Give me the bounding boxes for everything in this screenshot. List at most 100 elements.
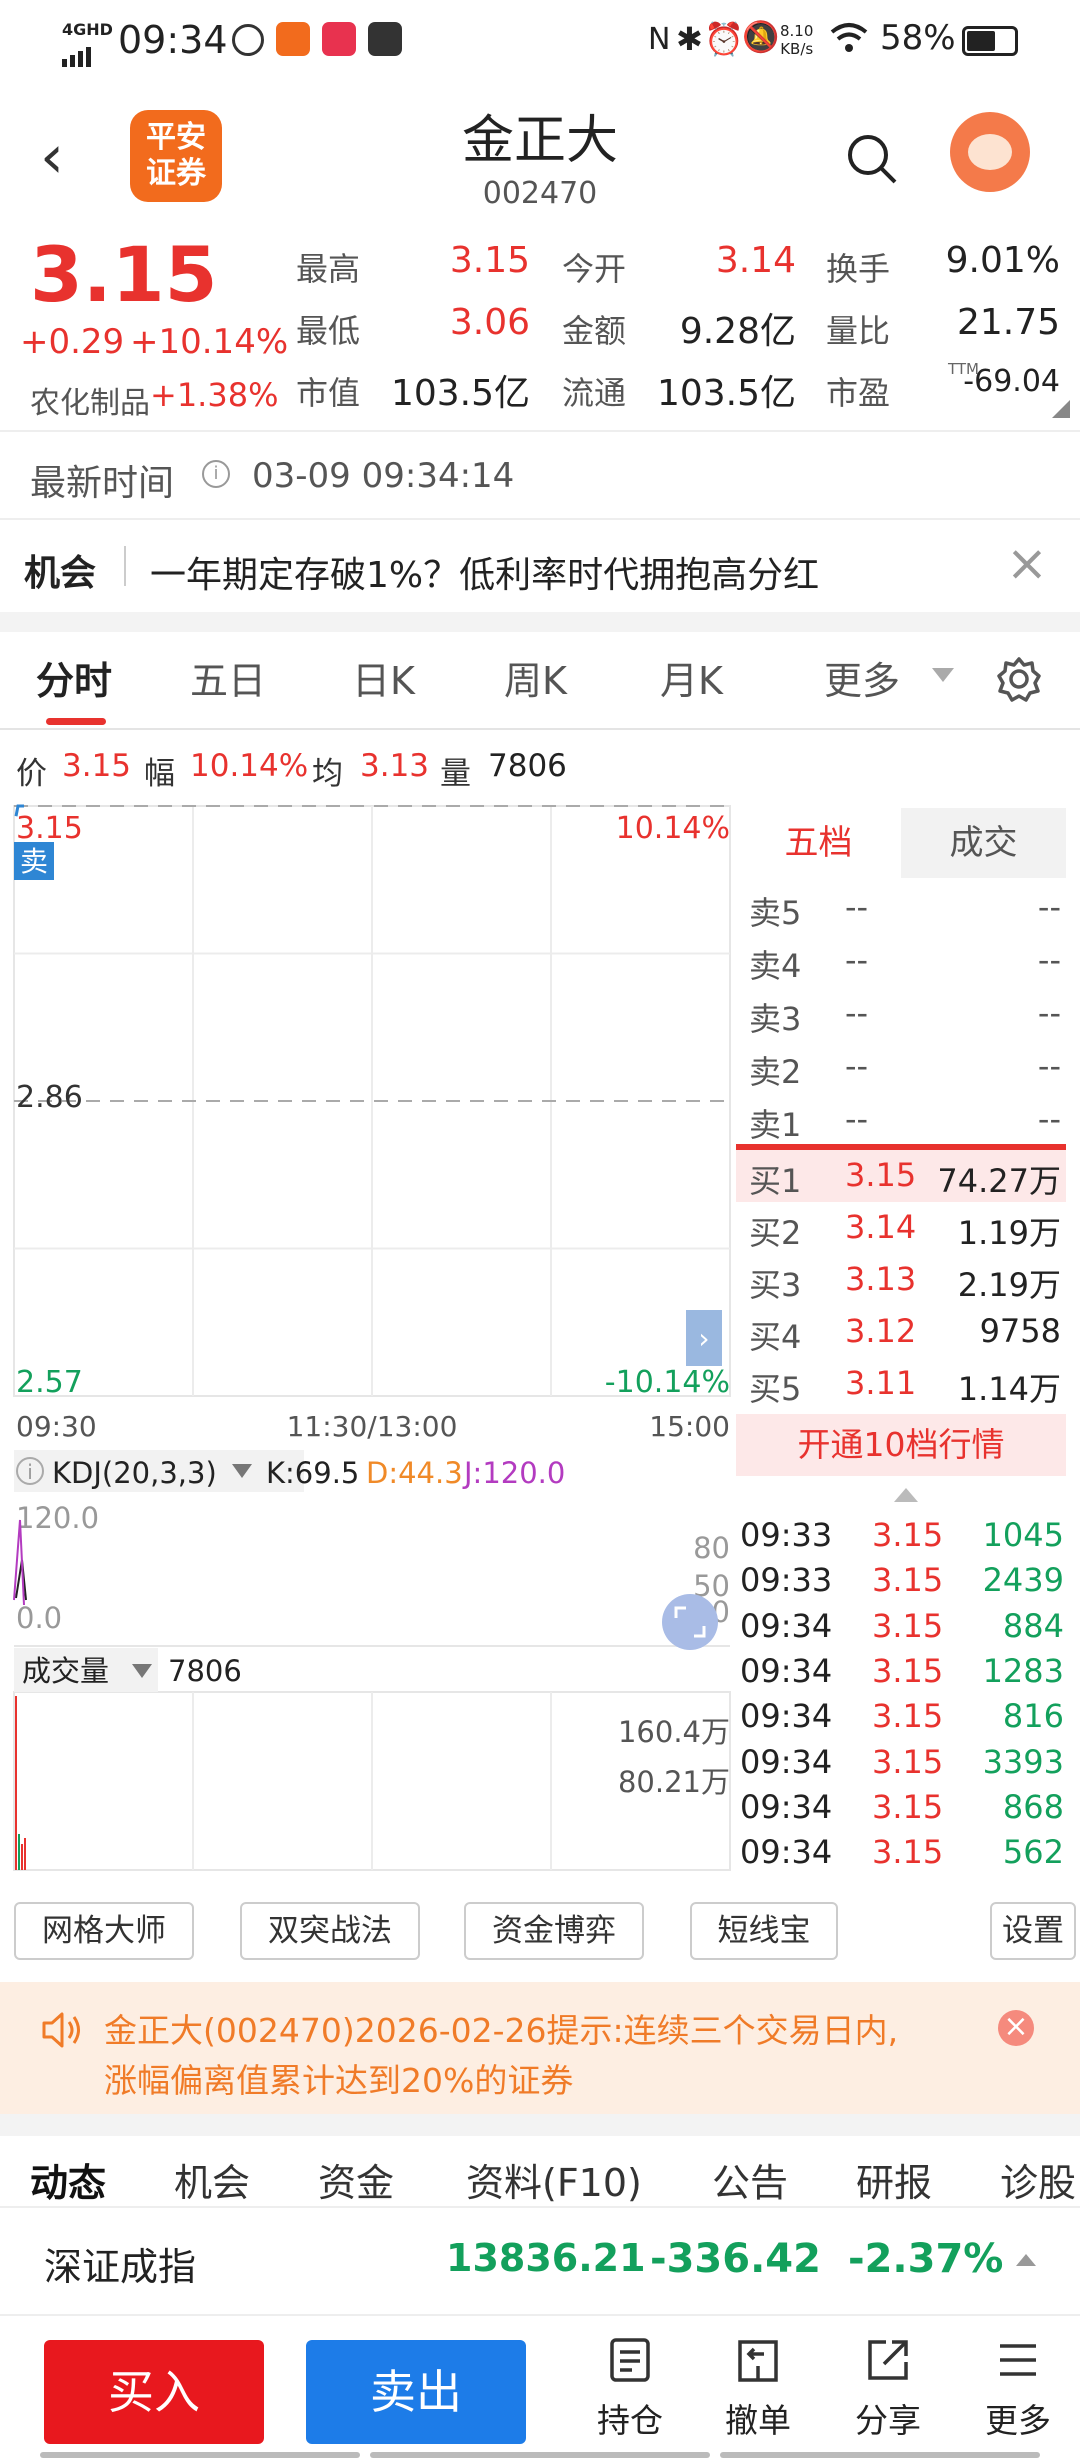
price-change-pct: +10.14% <box>130 322 289 362</box>
ask-row[interactable]: 卖4 -- -- <box>745 935 1065 987</box>
stat-label: 量比 <box>826 312 891 350</box>
ask-label: 卖5 <box>749 894 802 932</box>
chevron-up-icon[interactable] <box>894 1488 918 1502</box>
volume-tick: 80.21万 <box>618 1765 730 1799</box>
index-change: -336.42 <box>650 2236 821 2282</box>
clock: 09:34 <box>118 18 228 62</box>
update-time-row: 最新时间 i 03-09 09:34:14 <box>0 432 1080 518</box>
notice-line2: 涨幅偏离值累计达到20%的证券 <box>104 2061 574 2100</box>
close-icon[interactable]: × <box>1006 534 1048 592</box>
ask-price: -- <box>845 941 869 979</box>
upgrade-level10-button[interactable]: 开通10档行情 <box>736 1414 1066 1476</box>
ask-price: -- <box>845 994 869 1032</box>
ask-row[interactable]: 卖3 -- -- <box>745 988 1065 1040</box>
info-tabs: 动态 机会 资金 资料(F10) 公告 研报 诊股 <box>0 2136 1080 2216</box>
tool-button[interactable]: 网格大师 <box>14 1902 194 1960</box>
trade-time: 09:34 <box>740 1833 833 1872</box>
trade-volume: 2439 <box>982 1561 1064 1600</box>
nav-menu[interactable]: 更多 <box>972 2336 1064 2442</box>
info-tab[interactable]: 公告 <box>712 2152 788 2207</box>
bid-row[interactable]: 买4 3.12 9758 <box>745 1306 1065 1358</box>
tab-level5[interactable]: 五档 <box>736 808 901 878</box>
search-icon[interactable] <box>845 132 899 186</box>
info-tab[interactable]: 资金 <box>318 2152 394 2207</box>
nfc-icon: N <box>648 22 671 57</box>
trade-time: 09:34 <box>740 1787 833 1826</box>
update-time-label: 最新时间 <box>30 463 175 504</box>
stat-value: 3.14 <box>715 240 796 281</box>
opportunity-banner[interactable]: 机会 一年期定存破1%？低利率时代拥抱高分红 × <box>0 520 1080 612</box>
assistant-avatar[interactable] <box>950 112 1030 192</box>
stat-label: 流通 <box>562 374 627 412</box>
bid-row[interactable]: 买1 3.15 74.27万 <box>745 1150 1065 1202</box>
info-tab[interactable]: 研报 <box>856 2152 932 2207</box>
tool-button[interactable]: 短线宝 <box>690 1902 838 1960</box>
trade-price: 3.15 <box>872 1697 944 1736</box>
gear-icon[interactable] <box>996 656 1042 702</box>
bid-row[interactable]: 买2 3.14 1.19万 <box>745 1202 1065 1254</box>
stat-value: -69.04 <box>963 364 1060 399</box>
bid-row[interactable]: 买5 3.11 1.14万 <box>745 1358 1065 1410</box>
info-tab[interactable]: 资料(F10) <box>466 2152 642 2207</box>
stat-value: 21.75 <box>956 302 1060 343</box>
buy-button[interactable]: 买入 <box>44 2340 264 2444</box>
info-tab[interactable]: 诊股 <box>1000 2152 1076 2207</box>
intraday-chart[interactable]: 3.15 2.86 2.57 10.14% -10.14% 卖 › 09:30 11:30/13… <box>0 800 735 1880</box>
trade-row: 09:34 3.15 3393 <box>736 1741 1066 1787</box>
tool-button[interactable]: 设置 <box>990 1902 1076 1960</box>
y-tick-right: 10.14% <box>616 811 730 846</box>
tab-5[interactable]: 更多 <box>824 650 900 705</box>
info-tab[interactable]: 动态 <box>30 2152 106 2207</box>
stat-label: 金额 <box>562 312 627 350</box>
risk-notice[interactable]: 金正大(002470)2026-02-26提示:连续三个交易日内, 涨幅偏离值累… <box>0 1982 1080 2114</box>
bid-label: 买3 <box>749 1266 802 1304</box>
trade-row: 09:34 3.15 562 <box>736 1831 1066 1877</box>
close-notice-icon[interactable]: × <box>998 2010 1034 2046</box>
nav-holdings[interactable]: 持仓 <box>584 2336 676 2442</box>
expand-up-icon[interactable] <box>1016 2254 1036 2266</box>
ask-row[interactable]: 卖1 -- -- <box>745 1094 1065 1146</box>
wifi-icon <box>830 22 868 54</box>
volume-value: 7806 <box>168 1654 242 1688</box>
ask-row[interactable]: 卖2 -- -- <box>745 1041 1065 1093</box>
tool-button[interactable]: 资金博弈 <box>464 1902 644 1960</box>
sell-button[interactable]: 卖出 <box>306 2340 526 2444</box>
trade-time: 09:34 <box>740 1651 833 1690</box>
tab-trades[interactable]: 成交 <box>901 808 1066 878</box>
tab-2[interactable]: 日K <box>352 650 415 705</box>
tab-3[interactable]: 周K <box>504 650 567 705</box>
ask-row[interactable]: 卖5 -- -- <box>745 882 1065 934</box>
opportunity-text[interactable]: 一年期定存破1%？低利率时代拥抱高分红 <box>150 546 819 598</box>
nav-cancel-order[interactable]: 撤单 <box>712 2336 804 2442</box>
index-ticker[interactable]: 深证成指 13836.21 -336.42 -2.37% <box>0 2210 1080 2306</box>
ask-price: -- <box>845 888 869 926</box>
bid-price: 3.11 <box>845 1364 917 1402</box>
tab-0[interactable]: 分时 <box>36 650 112 705</box>
tab-4[interactable]: 月K <box>660 650 723 705</box>
expand-corner-icon[interactable] <box>1052 400 1070 418</box>
tool-button[interactable]: 双突战法 <box>240 1902 420 1960</box>
back-icon[interactable]: ‹ <box>40 122 64 192</box>
stat-label: 最高 <box>296 250 361 288</box>
tab-1[interactable]: 五日 <box>190 650 266 705</box>
trade-row: 09:33 3.15 2439 <box>736 1559 1066 1605</box>
y-tick-right: -10.14% <box>605 1365 730 1400</box>
info-tab[interactable]: 机会 <box>174 2152 250 2207</box>
x-tick: 11:30/13:00 <box>287 1410 458 1443</box>
ask-volume: -- <box>1037 941 1061 979</box>
chevron-down-icon[interactable] <box>932 668 954 682</box>
nav-label: 持仓 <box>597 2401 663 2440</box>
divider <box>124 546 126 586</box>
vivo-notify-icon <box>368 22 402 56</box>
fullscreen-button <box>662 1594 718 1650</box>
nav-share[interactable]: 分享 <box>842 2336 934 2442</box>
bid-label: 买4 <box>749 1318 802 1356</box>
index-change-pct: -2.37% <box>848 2236 1004 2282</box>
stat-value: 3.06 <box>449 302 530 343</box>
bid-row[interactable]: 买3 3.13 2.19万 <box>745 1254 1065 1306</box>
info-icon[interactable]: i <box>202 460 230 488</box>
update-time-value: 03-09 09:34:14 <box>252 456 515 496</box>
price-value: 3.15 <box>62 748 132 784</box>
sector-name[interactable]: 农化制品 <box>30 378 150 422</box>
stat-label: 市盈 <box>826 374 891 412</box>
